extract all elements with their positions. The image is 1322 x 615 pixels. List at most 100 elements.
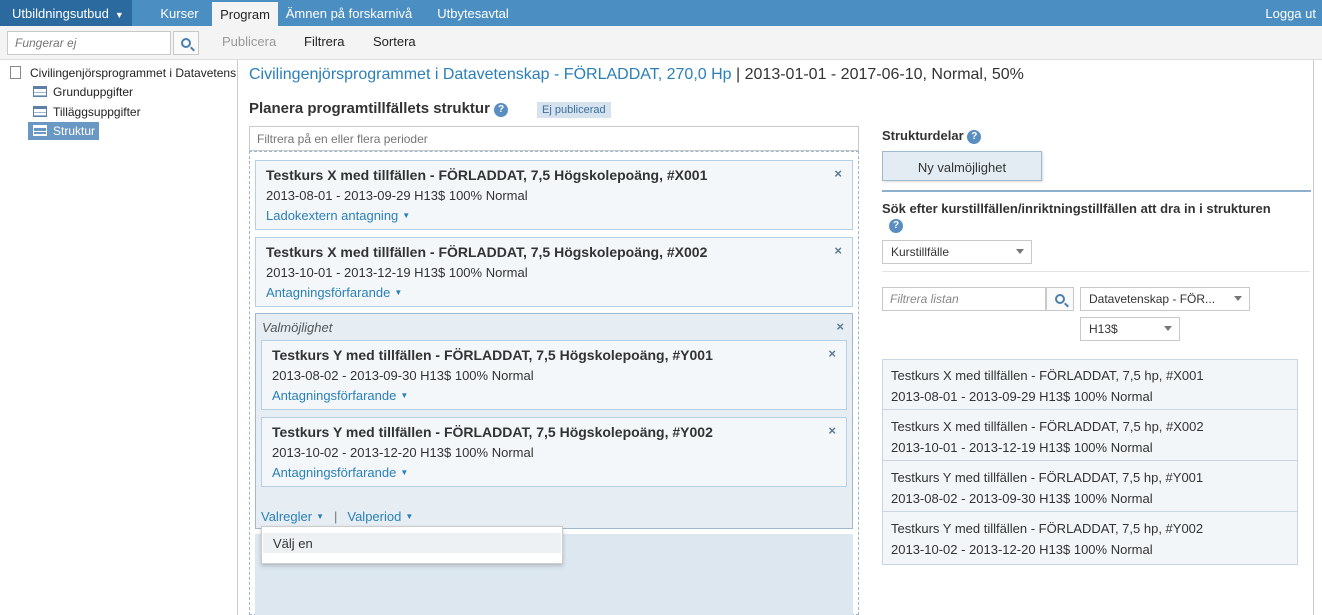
term-select[interactable]: H13$ <box>1080 317 1180 341</box>
sidebar-item-tillaggsuppgifter[interactable]: Tilläggsuppgifter <box>28 103 145 121</box>
new-choice-button[interactable]: Ny valmöjlighet <box>882 151 1042 181</box>
course-card[interactable]: Testkurs Y med tillfällen - FÖRLADDAT, 7… <box>261 340 847 410</box>
admission-dropdown[interactable]: Antagningsförfarande ▼ <box>272 388 408 403</box>
help-icon[interactable]: ? <box>889 219 903 233</box>
result-title: Testkurs X med tillfällen - FÖRLADDAT, 7… <box>891 368 1204 383</box>
result-title: Testkurs X med tillfällen - FÖRLADDAT, 7… <box>891 419 1204 434</box>
caret-down-icon: ▼ <box>114 10 124 20</box>
filter-button[interactable]: Filtrera <box>304 34 344 49</box>
type-select[interactable]: Kurstillfälle <box>882 240 1032 264</box>
search-heading: Sök efter kurstillfällen/inriktningstill… <box>882 201 1310 233</box>
type-select-value: Kurstillfälle <box>891 245 950 259</box>
list-filter-input[interactable]: Filtrera listan <box>882 287 1046 311</box>
choice-group-label: Valmöjlighet <box>262 320 333 335</box>
choice-period-label: Valperiod <box>347 509 402 524</box>
search-heading-text: Sök efter kurstillfällen/inriktningstill… <box>882 201 1271 216</box>
tab-utbytesavtal[interactable]: Utbytesavtal <box>426 0 520 26</box>
search-icon <box>1055 294 1065 304</box>
list-search-button[interactable] <box>1046 287 1074 311</box>
caret-down-icon: ▼ <box>405 512 414 521</box>
program-title-link[interactable]: Civilingenjörsprogrammet i Datavetenskap… <box>249 66 732 83</box>
result-title: Testkurs Y med tillfällen - FÖRLADDAT, 7… <box>891 521 1204 536</box>
divider <box>882 271 1310 272</box>
tree-root-label: Civilingenjörsprogrammet i Datavetenskap <box>30 66 236 80</box>
admission-dropdown[interactable]: Ladokextern antagning ▼ <box>266 208 410 223</box>
admission-dropdown[interactable]: Antagningsförfarande ▼ <box>266 285 402 300</box>
divider: | <box>333 509 338 524</box>
sidebar-item-grunduppgifter[interactable]: Grunduppgifter <box>28 83 137 101</box>
close-icon[interactable]: × <box>834 243 842 258</box>
choice-rules-dropdown[interactable]: Valregler ▼ <box>261 509 324 524</box>
tab-kurser[interactable]: Kurser <box>148 0 211 26</box>
course-dates: 2013-10-01 - 2013-12-19 H13$ 100% Normal <box>266 265 528 280</box>
course-title: Testkurs Y med tillfällen - FÖRLADDAT, 7… <box>272 347 713 363</box>
chevron-down-icon <box>1016 249 1024 254</box>
choice-period-dropdown[interactable]: Valperiod ▼ <box>347 509 413 524</box>
course-title: Testkurs X med tillfällen - FÖRLADDAT, 7… <box>266 244 708 260</box>
course-dates: 2013-10-02 - 2013-12-20 H13$ 100% Normal <box>272 445 534 460</box>
choice-footer: Valregler ▼ | Valperiod ▼ <box>261 509 413 524</box>
status-badge: Ej publicerad <box>537 102 611 118</box>
admission-label: Ladokextern antagning <box>266 208 399 223</box>
list-item[interactable]: Testkurs X med tillfällen - FÖRLADDAT, 7… <box>883 411 1297 461</box>
help-icon[interactable]: ? <box>494 103 509 117</box>
logout-link[interactable]: Logga ut <box>1265 6 1316 21</box>
education-menu-button[interactable]: Utbildningsutbud ▼ <box>0 0 132 26</box>
program-title-details: | 2013-01-01 - 2017-06-10, Normal, 50% <box>736 66 1024 83</box>
tab-program[interactable]: Program <box>212 0 278 26</box>
close-icon[interactable]: × <box>828 423 836 438</box>
tab-amnen[interactable]: Ämnen på forskarnivå <box>284 0 414 26</box>
term-select-value: H13$ <box>1089 322 1118 336</box>
sort-button[interactable]: Sortera <box>373 34 416 49</box>
search-icon <box>181 38 191 48</box>
course-dates: 2013-08-02 - 2013-09-30 H13$ 100% Normal <box>272 368 534 383</box>
sidebar: Civilingenjörsprogrammet i Datavetenskap <box>0 60 238 615</box>
close-icon[interactable]: × <box>828 346 836 361</box>
education-menu-label: Utbildningsutbud <box>12 6 109 21</box>
admission-label: Antagningsförfarande <box>272 465 397 480</box>
choice-rules-menu: Välj en <box>261 526 563 564</box>
top-nav: Utbildningsutbud ▼ Kurser Program Ämnen p… <box>0 0 1322 26</box>
list-item[interactable]: Testkurs X med tillfällen - FÖRLADDAT, 7… <box>883 360 1297 410</box>
document-icon <box>10 66 21 79</box>
caret-down-icon: ▼ <box>402 211 411 220</box>
course-card[interactable]: Testkurs X med tillfällen - FÖRLADDAT, 7… <box>255 237 853 307</box>
result-title: Testkurs Y med tillfällen - FÖRLADDAT, 7… <box>891 470 1204 485</box>
department-select-value: Datavetenskap - FÖR... <box>1089 292 1216 306</box>
caret-down-icon: ▼ <box>400 468 409 477</box>
page-title: Civilingenjörsprogrammet i Datavetenskap… <box>249 66 1024 84</box>
course-card[interactable]: Testkurs Y med tillfällen - FÖRLADDAT, 7… <box>261 417 847 487</box>
chevron-down-icon <box>1164 326 1172 331</box>
section-title: Planera programtillfällets struktur ? <box>249 100 509 117</box>
search-result-list: Testkurs X med tillfällen - FÖRLADDAT, 7… <box>882 359 1298 565</box>
course-title: Testkurs X med tillfällen - FÖRLADDAT, 7… <box>266 167 708 183</box>
caret-down-icon: ▼ <box>394 288 403 297</box>
sidebar-search-input[interactable] <box>7 31 171 55</box>
close-icon[interactable]: × <box>834 166 842 181</box>
tree-root-program[interactable]: Civilingenjörsprogrammet i Datavetenskap <box>10 66 236 82</box>
list-item[interactable]: Testkurs Y med tillfällen - FÖRLADDAT, 7… <box>883 462 1297 512</box>
publish-button[interactable]: Publicera <box>222 34 276 49</box>
admission-dropdown[interactable]: Antagningsförfarande ▼ <box>272 465 408 480</box>
course-card[interactable]: Testkurs X med tillfällen - FÖRLADDAT, 7… <box>255 160 853 230</box>
result-dates: 2013-10-01 - 2013-12-19 H13$ 100% Normal <box>891 440 1153 455</box>
department-select[interactable]: Datavetenskap - FÖR... <box>1080 287 1250 311</box>
admission-label: Antagningsförfarande <box>272 388 397 403</box>
list-item[interactable]: Testkurs Y med tillfällen - FÖRLADDAT, 7… <box>883 513 1297 563</box>
sidebar-item-label: Grunduppgifter <box>53 85 134 99</box>
sidebar-search-button[interactable] <box>173 31 199 55</box>
sidebar-search <box>7 31 199 55</box>
course-dates: 2013-08-01 - 2013-09-29 H13$ 100% Normal <box>266 188 528 203</box>
result-dates: 2013-08-02 - 2013-09-30 H13$ 100% Normal <box>891 491 1153 506</box>
form-icon <box>33 86 47 97</box>
result-dates: 2013-08-01 - 2013-09-29 H13$ 100% Normal <box>891 389 1153 404</box>
structure-parts-heading: Strukturdelar ? <box>882 128 982 144</box>
dropdown-option[interactable]: Välj en <box>263 533 561 553</box>
period-filter-input[interactable] <box>249 126 859 151</box>
close-icon[interactable]: × <box>836 319 844 334</box>
sidebar-item-struktur[interactable]: Struktur <box>28 122 100 140</box>
help-icon[interactable]: ? <box>967 130 982 144</box>
caret-down-icon: ▼ <box>400 391 409 400</box>
toolbar: Publicera Filtrera Sortera <box>0 26 1322 60</box>
caret-down-icon: ▼ <box>316 512 324 521</box>
